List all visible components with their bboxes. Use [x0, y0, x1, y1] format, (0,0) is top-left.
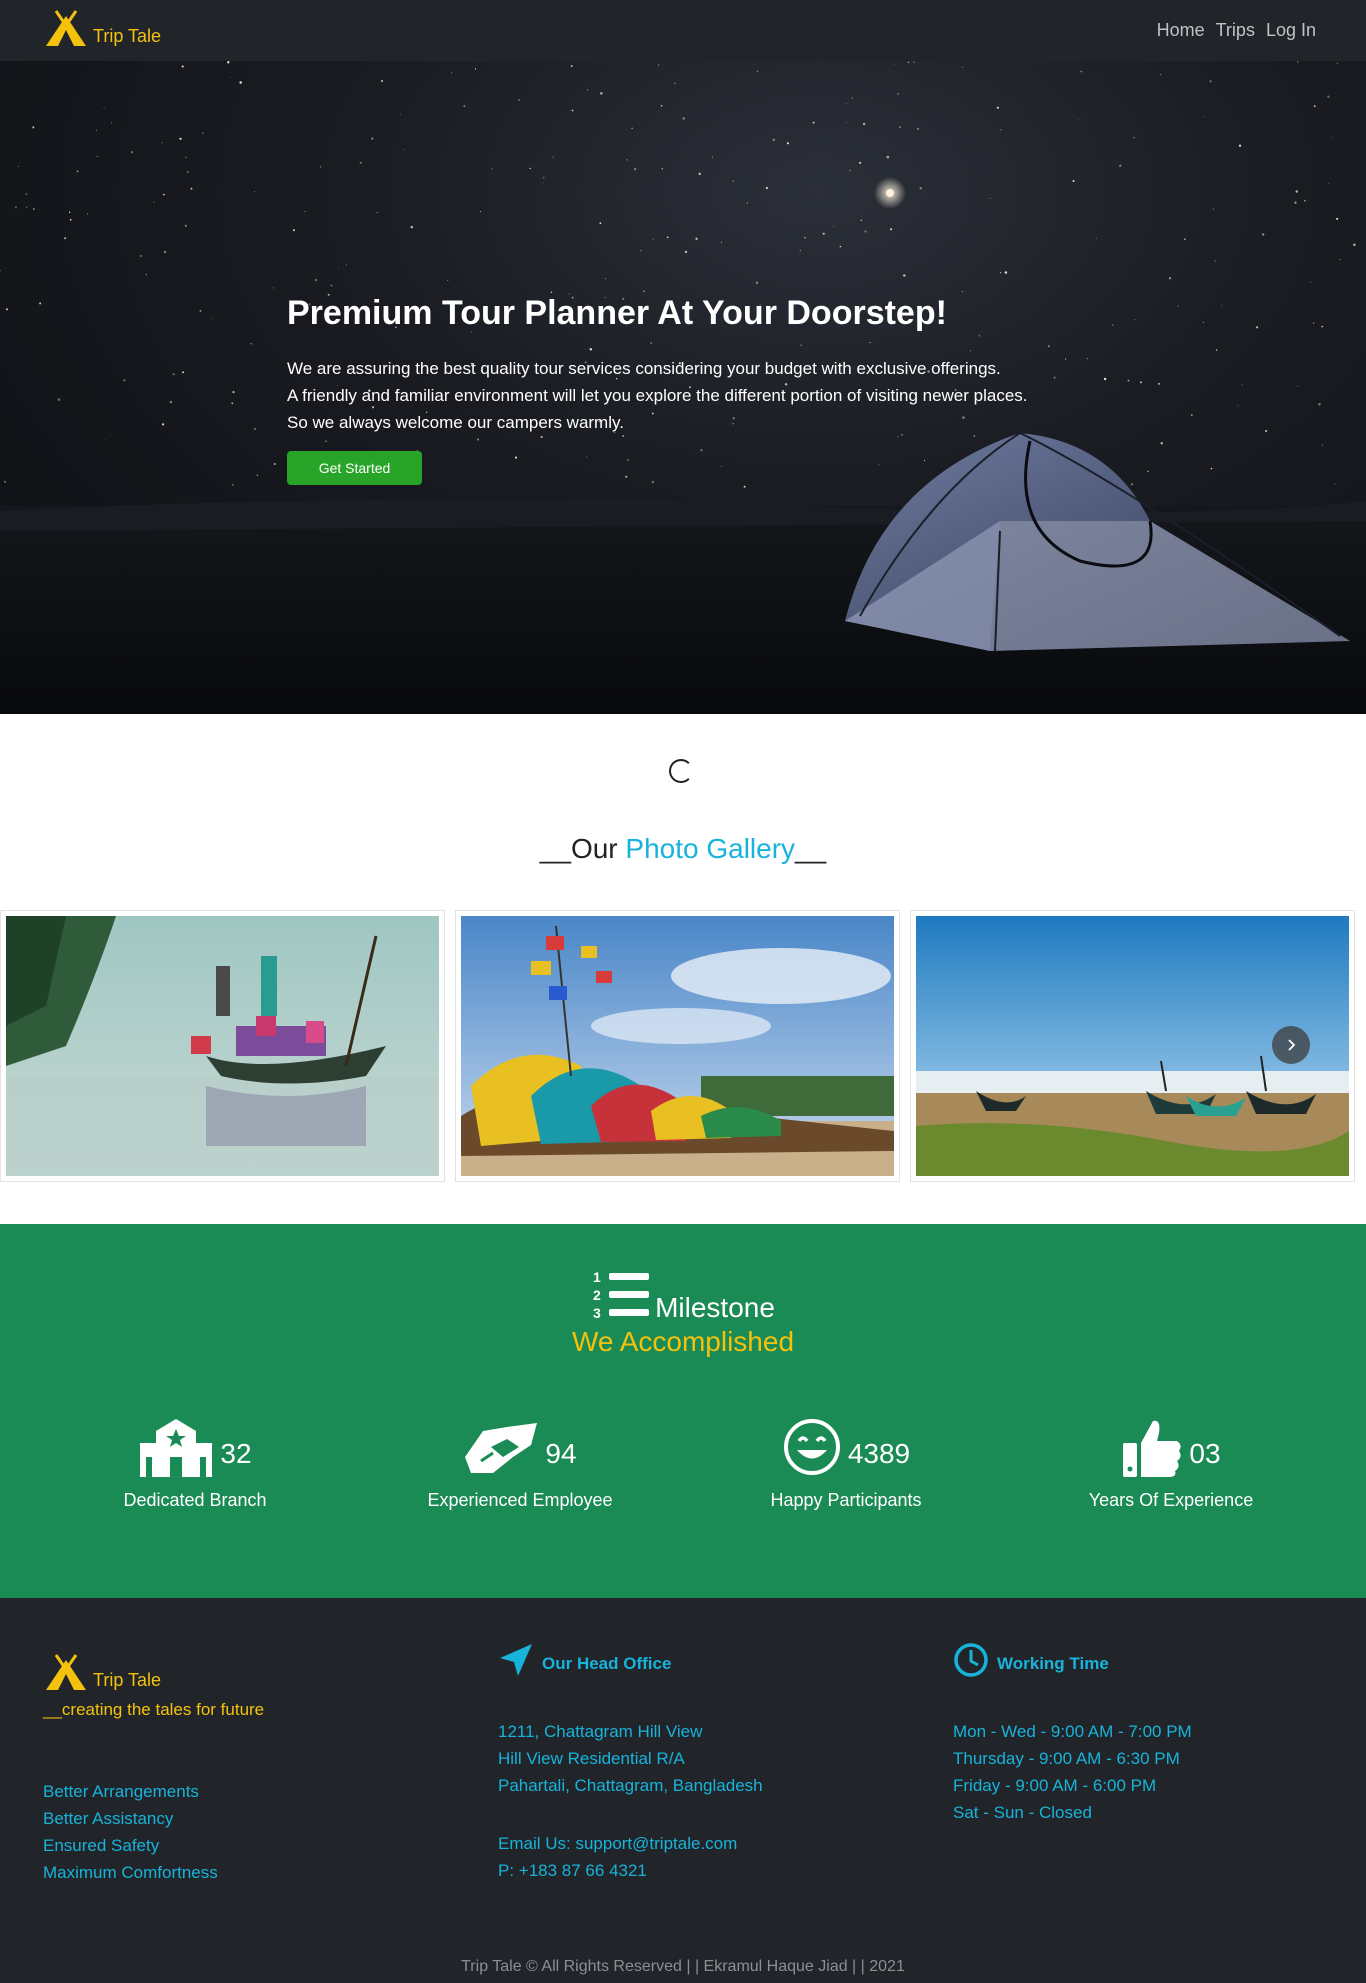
- smile-icon: [783, 1419, 840, 1475]
- stat-value: 4389: [847, 1438, 911, 1469]
- nav-home[interactable]: Home: [1157, 20, 1205, 41]
- nav-trips[interactable]: Trips: [1216, 20, 1255, 41]
- brand-name: Trip Tale: [93, 25, 162, 46]
- navbar: Trip Tale Home Trips Log In: [0, 0, 1366, 61]
- get-started-button[interactable]: Get Started: [287, 451, 422, 485]
- milestone-section: 1 2 3 Milestone We Accomplished 32 Dedic…: [0, 1224, 1366, 1598]
- hours-line: Mon - Wed - 9:00 AM - 7:00 PM: [953, 1722, 1192, 1741]
- office-address-line: 1211, Chattagram Hill View: [498, 1722, 703, 1741]
- footer: Trip Tale __creating the tales for futur…: [0, 1598, 1366, 1983]
- gallery-photo-colorful-boats: [461, 916, 894, 1176]
- loading-spinner-icon: [669, 759, 693, 783]
- footer-hours-column: Working Time Mon - Wed - 9:00 AM - 7:00 …: [953, 1642, 1192, 1826]
- copyright-text: Trip Tale © All Rights Reserved | | Ekra…: [461, 1958, 905, 1975]
- handshake-icon: [465, 1423, 538, 1473]
- chevron-right-icon: [1288, 1039, 1296, 1051]
- thumbs-up-icon: [1123, 1420, 1182, 1477]
- stat-value: 94: [545, 1438, 577, 1469]
- stat-value: 03: [1189, 1438, 1221, 1469]
- stat-value: 32: [220, 1438, 252, 1469]
- office-address-line: Pahartali, Chattagram, Bangladesh: [498, 1776, 763, 1795]
- milestone-header: 1 2 3 Milestone We Accomplished: [0, 1268, 1366, 1358]
- gallery-title: __Our Photo Gallery__: [0, 833, 1366, 865]
- hero-content: Premium Tour Planner At Your Doorstep! W…: [287, 294, 1187, 485]
- tent-logo-icon: [46, 10, 86, 46]
- clock-icon: [954, 1643, 988, 1677]
- hours-line: Friday - 9:00 AM - 6:00 PM: [953, 1776, 1157, 1795]
- hero-title: Premium Tour Planner At Your Doorstep!: [287, 294, 947, 332]
- svg-text:3: 3: [593, 1305, 601, 1321]
- footer-feature-list: Better Arrangements Better Assistancy En…: [43, 1778, 218, 1886]
- stat-branch: 32 Dedicated Branch: [45, 1412, 345, 1511]
- carousel-next-button[interactable]: [1272, 1026, 1310, 1064]
- hero-description-line: We are assuring the best quality tour se…: [287, 359, 1001, 378]
- footer-brand[interactable]: Trip Tale: [43, 1654, 161, 1692]
- svg-text:2: 2: [593, 1287, 601, 1303]
- hero-description-line: So we always welcome our campers warmly.: [287, 413, 624, 432]
- footer-feature-link[interactable]: Maximum Comfortness: [43, 1859, 218, 1886]
- numbered-list-icon: 1 2 3: [593, 1269, 650, 1321]
- footer-feature-link[interactable]: Better Arrangements: [43, 1778, 218, 1805]
- footer-tagline: __creating the tales for future: [43, 1700, 265, 1719]
- hero-section: Premium Tour Planner At Your Doorstep! W…: [0, 61, 1366, 714]
- hours-line: Thursday - 9:00 AM - 6:30 PM: [953, 1749, 1180, 1768]
- stat-label: Years Of Experience: [1088, 1490, 1254, 1510]
- nav-links: Home Trips Log In: [1157, 20, 1316, 41]
- milestone-subtitle: We Accomplished: [571, 1326, 795, 1357]
- building-icon: [140, 1419, 213, 1477]
- gallery-photo-boat-in-mangrove: [6, 916, 439, 1176]
- nav-login[interactable]: Log In: [1266, 20, 1316, 41]
- brand-logo-link[interactable]: Trip Tale: [43, 10, 161, 48]
- stat-experience: 03 Years Of Experience: [1021, 1412, 1321, 1511]
- hours-heading: Working Time: [997, 1654, 1109, 1673]
- office-heading: Our Head Office: [542, 1654, 672, 1673]
- gallery-title-accent: Photo Gallery: [625, 833, 796, 864]
- gallery-title-suffix: __: [795, 833, 827, 864]
- stat-employee: 94 Experienced Employee: [370, 1412, 670, 1511]
- stat-label: Happy Participants: [770, 1490, 922, 1510]
- stat-label: Experienced Employee: [427, 1490, 613, 1510]
- footer-office-column: Our Head Office 1211, Chattagram Hill Vi…: [498, 1642, 763, 1884]
- footer-feature-link[interactable]: Better Assistancy: [43, 1805, 218, 1832]
- gallery-card[interactable]: [455, 910, 900, 1182]
- office-email-link[interactable]: Email Us: support@triptale.com: [498, 1830, 763, 1857]
- gallery-title-prefix: __Our: [539, 833, 626, 864]
- tent-logo-icon: [46, 1654, 86, 1690]
- hero-description-line: A friendly and familiar environment will…: [287, 386, 1028, 405]
- stat-label: Dedicated Branch: [123, 1490, 267, 1510]
- svg-text:1: 1: [593, 1269, 601, 1285]
- footer-feature-link[interactable]: Ensured Safety: [43, 1832, 218, 1859]
- gallery-card[interactable]: [0, 910, 445, 1182]
- office-address-line: Hill View Residential R/A: [498, 1749, 685, 1768]
- milestone-title: Milestone: [655, 1292, 775, 1323]
- location-arrow-icon: [500, 1644, 532, 1676]
- office-phone[interactable]: P: +183 87 66 4321: [498, 1857, 763, 1884]
- stat-participants: 4389 Happy Participants: [696, 1412, 996, 1511]
- hours-line: Sat - Sun - Closed: [953, 1803, 1092, 1822]
- footer-brand-name: Trip Tale: [93, 1669, 162, 1690]
